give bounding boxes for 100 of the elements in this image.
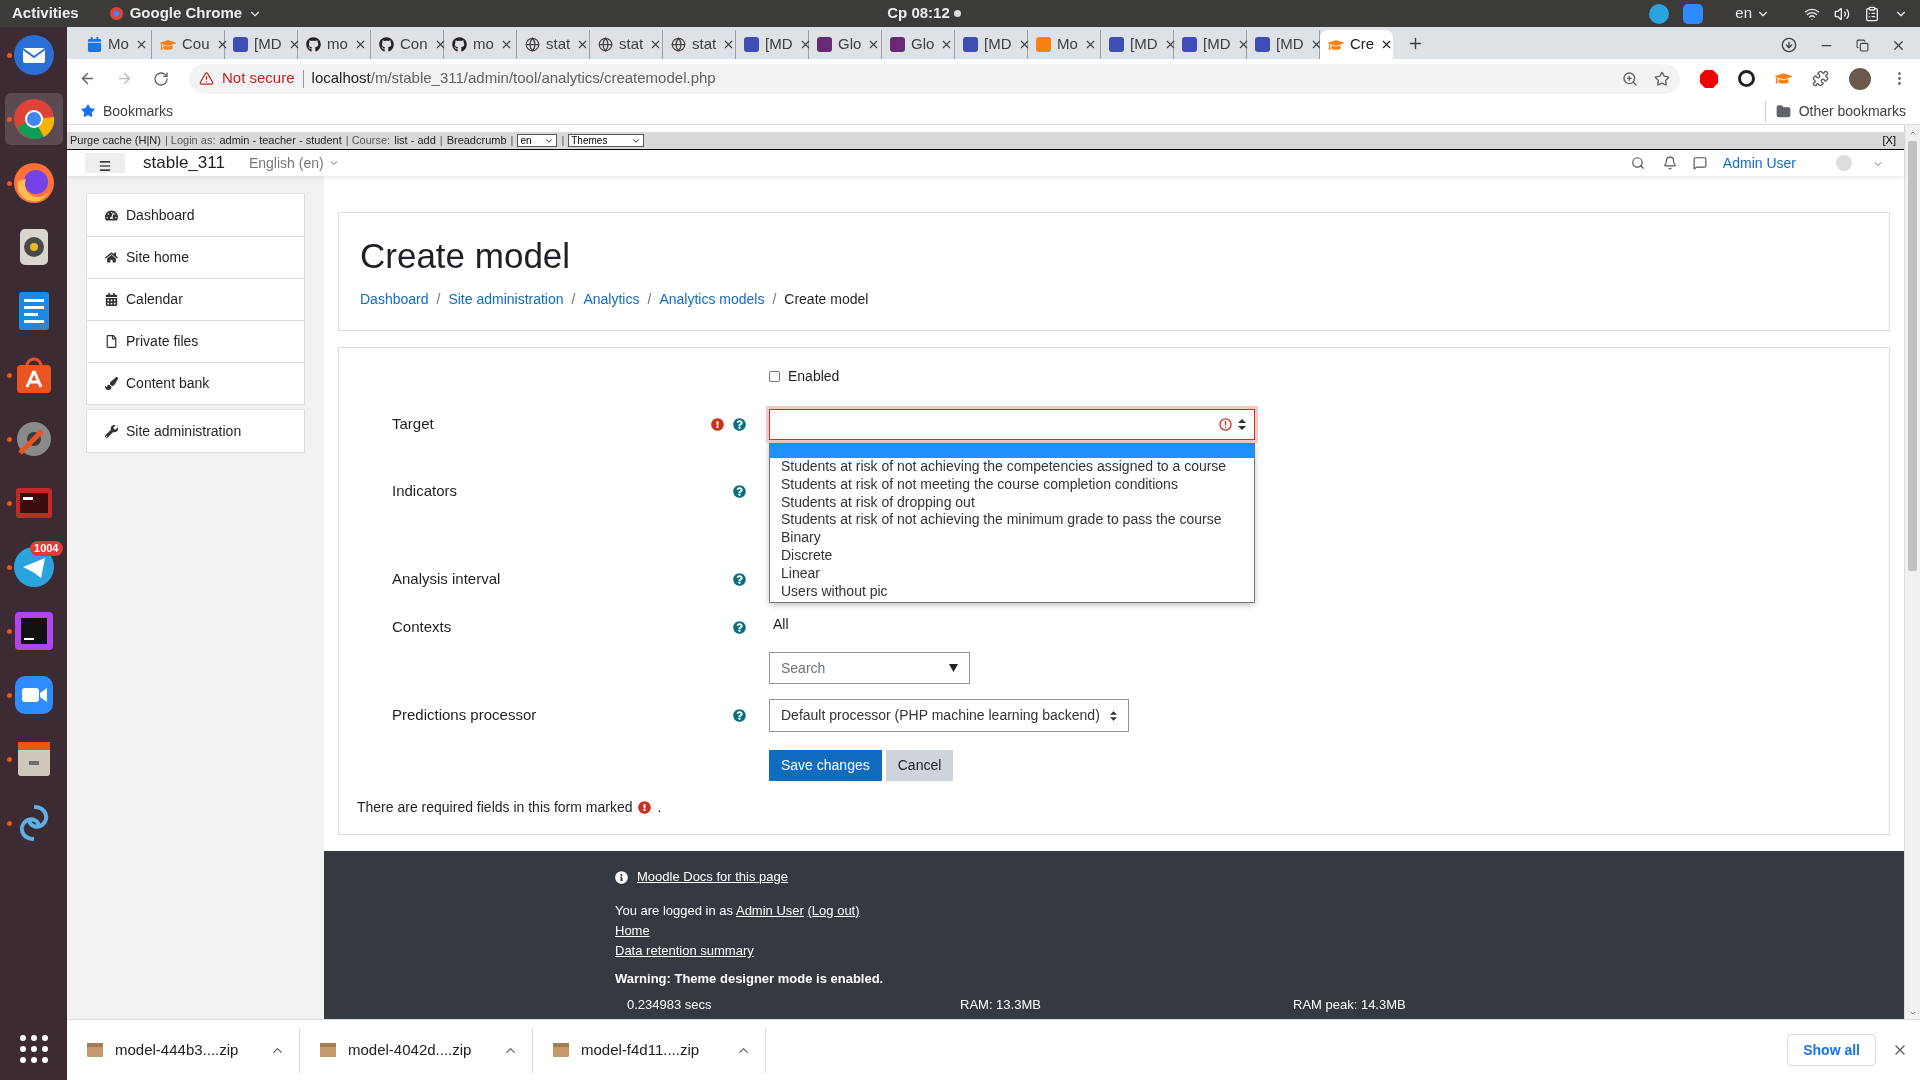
help-icon[interactable]: [733, 620, 746, 634]
language-menu[interactable]: en: [1735, 2, 1770, 25]
sidebar-item[interactable]: Content bank: [87, 362, 304, 404]
language-menu[interactable]: English (en): [248, 153, 340, 173]
theme-warning: Warning: Theme designer mode is enabled.: [615, 970, 885, 988]
target-select[interactable]: [769, 409, 1255, 440]
user-link[interactable]: Admin User: [735, 903, 804, 918]
debug-link[interactable]: admin - teacher - student: [219, 132, 342, 149]
save-button[interactable]: Save changes: [769, 750, 882, 781]
clock[interactable]: Ср 08:12: [887, 2, 950, 25]
logout-link[interactable]: (Log out): [807, 903, 860, 918]
retention-link[interactable]: Data retention summary: [615, 941, 754, 961]
close-link[interactable]: [X]: [1882, 132, 1896, 149]
show-all-button[interactable]: Show all: [1787, 1034, 1876, 1066]
sidebar-item[interactable]: Private files: [87, 320, 304, 362]
sidebar-item[interactable]: Site administration: [87, 410, 304, 452]
bookmarks-link[interactable]: Bookmarks: [81, 100, 174, 122]
site-name[interactable]: stable_311: [143, 153, 225, 173]
nav-path-link[interactable]: Analytics models: [659, 289, 765, 310]
video-tray-icon[interactable]: [1683, 3, 1704, 24]
circle-extension-icon[interactable]: [1738, 70, 1755, 87]
search-field[interactable]: Search: [769, 652, 970, 684]
user-menu[interactable]: Admin User: [1722, 153, 1796, 173]
debug-select[interactable]: Themes: [568, 134, 645, 147]
tracker-icon: [1182, 37, 1197, 52]
chat-icon[interactable]: [1692, 156, 1707, 170]
current-page-label: Create model: [784, 290, 869, 309]
field-label: Contexts: [392, 616, 453, 637]
scroll-down-icon[interactable]: [1908, 1009, 1917, 1017]
info-icon: [615, 870, 628, 884]
help-icon[interactable]: [733, 572, 746, 586]
volume-icon[interactable]: [1834, 5, 1850, 22]
reload-icon[interactable]: [153, 70, 169, 87]
download-item[interactable]: model-f4d11....zip: [533, 1027, 766, 1073]
zoom-icon[interactable]: [1622, 70, 1638, 87]
extensions-icon[interactable]: [1812, 70, 1829, 87]
clipboard-icon[interactable]: [1864, 5, 1880, 22]
tab-search-icon[interactable]: [1781, 37, 1797, 53]
download-item[interactable]: model-4042d....zip: [300, 1027, 533, 1073]
restore-icon[interactable]: [1856, 38, 1869, 52]
debug-select[interactable]: en: [517, 134, 558, 147]
address-field[interactable]: Not secure localhost/m/stable_311/admin/tool/analytics/createmodel.php: [189, 63, 1680, 94]
docs-link[interactable]: Moodle Docs for this page: [637, 867, 789, 887]
home-link[interactable]: Home: [615, 921, 650, 941]
help-icon[interactable]: [733, 418, 746, 431]
download-item[interactable]: model-444b3....zip: [67, 1027, 300, 1073]
app-menu[interactable]: Google Chrome: [108, 2, 263, 25]
debug-link[interactable]: Purge cache (H|N): [70, 132, 161, 149]
app-grid-icon[interactable]: [18, 1034, 49, 1064]
other-bookmarks-link[interactable]: Other bookmarks: [1764, 100, 1906, 122]
messenger-tray-icon[interactable]: [1649, 3, 1670, 24]
path-separator: /: [571, 290, 576, 309]
help-icon[interactable]: [733, 709, 746, 722]
sidebar-item[interactable]: Site home: [87, 236, 304, 278]
dropdown-option[interactable]: Binary: [770, 529, 1254, 547]
debug-link[interactable]: Breadcrumb: [446, 132, 507, 149]
login-info: You are logged in as Admin User (Log out): [615, 902, 861, 920]
tracker-icon: [233, 37, 248, 52]
nav-path-link[interactable]: Dashboard: [360, 289, 429, 310]
processor-select[interactable]: Default processor (PHP machine learning backend): [769, 699, 1129, 732]
dock-slot[interactable]: [4, 93, 63, 145]
avatar[interactable]: [1849, 67, 1871, 90]
cancel-button[interactable]: Cancel: [885, 750, 954, 781]
help-icon[interactable]: [733, 484, 746, 498]
bell-icon[interactable]: [1662, 156, 1677, 170]
dock-slot[interactable]: 1004: [4, 541, 63, 593]
search-icon[interactable]: [1630, 156, 1645, 170]
dropdown-arrow-icon[interactable]: [949, 664, 958, 672]
tab-title: stat: [692, 34, 717, 55]
stop-sign-extension-icon[interactable]: [1700, 69, 1718, 88]
browser-tab[interactable]: Cre: [1320, 30, 1393, 59]
sidebar-item[interactable]: Calendar: [87, 278, 304, 320]
dropdown-option[interactable]: Students at risk of not achieving the minimum grade to pass the course: [770, 511, 1254, 530]
dropdown-option[interactable]: Students at risk of not meeting the course completion conditions: [770, 475, 1254, 494]
firefox-app-icon[interactable]: [11, 161, 56, 205]
dropdown-option[interactable]: Users without pic: [770, 582, 1254, 601]
tab-title: [MD: [1203, 34, 1231, 55]
scroll-up-icon[interactable]: [1908, 129, 1917, 137]
graduation-cap-icon[interactable]: [1775, 70, 1792, 87]
tracker-icon: [963, 37, 978, 52]
sidebar-item[interactable]: Dashboard: [87, 194, 304, 236]
dropdown-option[interactable]: Students at risk of not achieving the competencies assigned to a course: [770, 458, 1254, 476]
dropdown-option[interactable]: Students at risk of dropping out: [770, 493, 1254, 512]
dropdown-option[interactable]: Linear: [770, 564, 1254, 583]
contexts-value: All: [773, 614, 789, 634]
dropdown-option[interactable]: Discrete: [770, 547, 1254, 565]
enabled-checkbox[interactable]: Enabled: [769, 365, 840, 387]
star-icon[interactable]: [1654, 70, 1670, 87]
nav-path-link[interactable]: Site administration: [448, 289, 564, 310]
browser-app-icon[interactable]: [11, 97, 56, 141]
new-tab-icon[interactable]: [1407, 35, 1424, 52]
debug-link[interactable]: list - add: [394, 132, 436, 149]
archive-icon: [553, 1043, 569, 1057]
back-icon[interactable]: [79, 70, 96, 87]
scroll-thumb[interactable]: [1908, 141, 1917, 571]
activities-button[interactable]: Activities: [12, 2, 79, 25]
mail-app-icon[interactable]: [11, 33, 56, 77]
menu-button[interactable]: [85, 153, 125, 173]
nav-path-link[interactable]: Analytics: [583, 289, 640, 310]
debug-text: |: [510, 133, 514, 149]
